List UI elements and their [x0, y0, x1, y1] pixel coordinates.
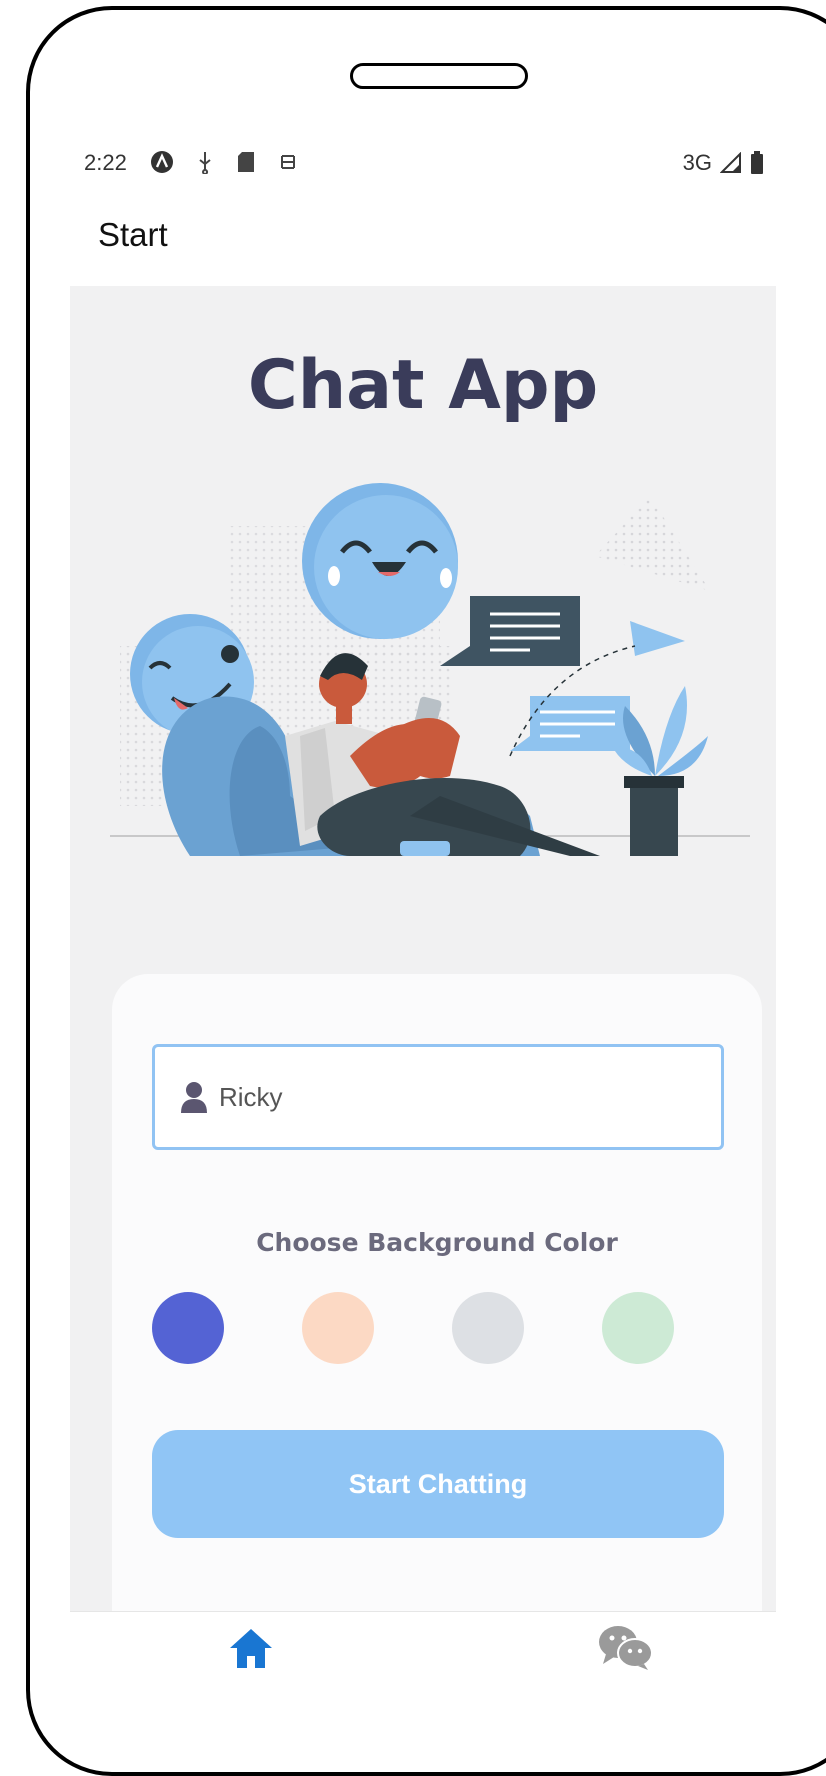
wechat-icon[interactable] [598, 1624, 654, 1670]
color-swatch-peach[interactable] [302, 1292, 374, 1364]
app-bar-title: Start [98, 216, 168, 253]
usb-icon [199, 152, 211, 174]
chat-illustration [110, 483, 750, 856]
status-time: 2:22 [84, 150, 127, 175]
signal-icon [720, 152, 741, 173]
sd-card-icon [238, 152, 254, 172]
color-swatches [152, 1292, 724, 1364]
status-bar: 2:22 3G [84, 150, 764, 182]
color-swatch-green[interactable] [602, 1292, 674, 1364]
start-chatting-button[interactable]: Start Chatting [152, 1430, 724, 1538]
name-input[interactable] [217, 1080, 701, 1114]
hero-title: Chat App [247, 346, 599, 425]
user-icon [181, 1082, 207, 1113]
color-swatch-blue[interactable] [152, 1292, 224, 1364]
start-screen: Chat App Ricky Choose Background Color S… [70, 286, 776, 1611]
network-type: 3G [682, 150, 712, 175]
bottom-nav [70, 1611, 776, 1712]
choose-color-label: Choose Background Color [256, 1228, 618, 1257]
battery-icon [751, 151, 763, 174]
form-card: Choose Background Color Start Chatting [112, 974, 762, 1611]
speaker-notch [350, 63, 528, 89]
app-a-icon [151, 151, 173, 173]
sync-icon [281, 155, 295, 169]
color-swatch-gray[interactable] [452, 1292, 524, 1364]
name-field[interactable] [152, 1044, 724, 1150]
home-icon[interactable] [228, 1626, 274, 1670]
